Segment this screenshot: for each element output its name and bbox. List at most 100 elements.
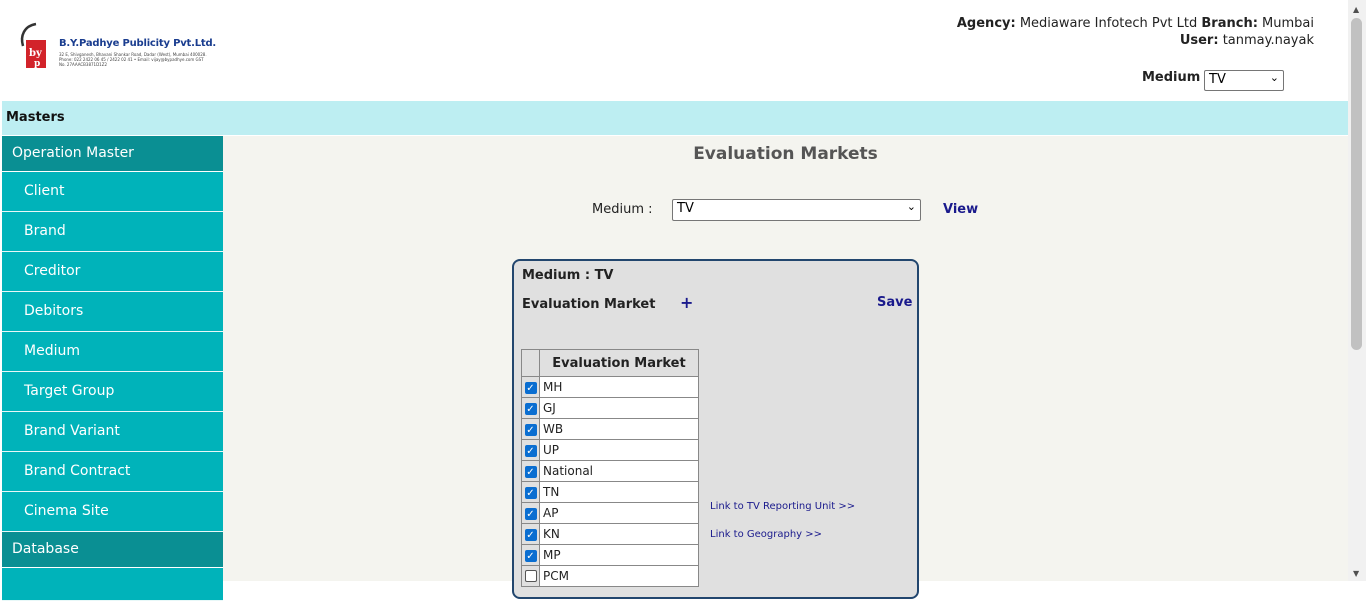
sidebar-item-label: Client [24, 183, 65, 199]
row-market-name: AP [539, 502, 699, 524]
row-checkbox[interactable]: ✓ [524, 466, 537, 478]
row-checkbox-cell: ✓ [521, 481, 540, 503]
row-market-name: PCM [539, 565, 699, 587]
table-header-market: Evaluation Market [539, 349, 699, 377]
masters-label: Masters [6, 110, 65, 125]
save-button[interactable]: Save [877, 295, 912, 310]
table-row: ✓ MP [521, 544, 699, 566]
row-checkbox-cell: ✓ [521, 376, 540, 398]
evaluation-market-table: Evaluation Market ✓ MH ✓ GJ ✓ WB ✓ UP ✓ National ✓… [521, 349, 699, 587]
svg-text:by: by [29, 48, 43, 59]
header-medium-label: Medium [1142, 70, 1201, 85]
page-title: Evaluation Markets [693, 144, 878, 164]
sidebar-item-brand-contract[interactable]: Brand Contract [2, 452, 223, 492]
user-value: tanmay.nayak [1222, 33, 1314, 48]
branch-label: Branch: [1201, 16, 1258, 31]
sidebar-item-debitors[interactable]: Debitors [2, 292, 223, 332]
sidebar-item-brand-variant[interactable]: Brand Variant [2, 412, 223, 452]
main-content: Evaluation Markets Medium : TV ⌄ View Me… [223, 136, 1348, 599]
row-market-name: MH [539, 376, 699, 398]
row-checkbox[interactable] [524, 569, 537, 582]
chevron-down-icon: ⌄ [1269, 71, 1279, 84]
svg-text:p: p [34, 59, 40, 69]
row-checkbox[interactable]: ✓ [524, 487, 537, 499]
add-icon[interactable]: + [680, 293, 693, 312]
sidebar-item-partial[interactable] [2, 568, 223, 601]
row-checkbox-cell: ✓ [521, 502, 540, 524]
sidebar-item-label: Creditor [24, 263, 81, 279]
logo-emblem-icon: by p [20, 22, 46, 69]
sidebar: Operation Master Client Brand Creditor D… [2, 136, 223, 601]
row-market-name: KN [539, 523, 699, 545]
table-row: ✓ GJ [521, 397, 699, 419]
sidebar-section-operation-master[interactable]: Operation Master [2, 136, 223, 172]
chevron-down-icon: ⌄ [906, 200, 916, 213]
agency-value: Mediaware Infotech Pvt Ltd [1019, 16, 1198, 31]
panel-medium-line: Medium : TV [522, 268, 614, 283]
table-row: ✓ WB [521, 418, 699, 440]
medium-select-value: TV [677, 201, 694, 216]
sidebar-section-label: Operation Master [12, 145, 134, 161]
agency-info: Agency: Mediaware Infotech Pvt Ltd Branc… [957, 16, 1314, 31]
table-row: ✓ AP [521, 502, 699, 524]
row-checkbox[interactable]: ✓ [524, 424, 537, 436]
row-checkbox-cell [521, 565, 540, 587]
branch-value: Mumbai [1262, 16, 1314, 31]
user-label: User: [1179, 33, 1219, 48]
link-tv-reporting-unit[interactable]: Link to TV Reporting Unit >> [710, 501, 855, 512]
row-market-name: MP [539, 544, 699, 566]
view-link[interactable]: View [943, 202, 978, 217]
header-medium-select[interactable]: TV ⌄ [1204, 70, 1284, 91]
row-checkbox[interactable]: ✓ [524, 382, 537, 394]
sidebar-item-cinema-site[interactable]: Cinema Site [2, 492, 223, 532]
sidebar-item-creditor[interactable]: Creditor [2, 252, 223, 292]
scrollbar-thumb[interactable] [1351, 18, 1362, 350]
scroll-up-icon[interactable]: ▲ [1353, 5, 1359, 14]
row-checkbox-cell: ✓ [521, 544, 540, 566]
sidebar-item-client[interactable]: Client [2, 172, 223, 212]
row-checkbox[interactable]: ✓ [524, 445, 537, 457]
row-checkbox[interactable]: ✓ [524, 508, 537, 520]
sidebar-item-target-group[interactable]: Target Group [2, 372, 223, 412]
table-row: ✓ UP [521, 439, 699, 461]
sidebar-item-label: Brand Variant [24, 423, 120, 439]
sidebar-section-database[interactable]: Database [2, 532, 223, 568]
row-checkbox[interactable]: ✓ [524, 403, 537, 415]
sidebar-section-label: Database [12, 541, 79, 557]
table-row: ✓ MH [521, 376, 699, 398]
header: by p B.Y.Padhye Publicity Pvt.Ltd. 32 E,… [0, 0, 1348, 101]
table-header-check [521, 349, 540, 377]
row-checkbox-cell: ✓ [521, 460, 540, 482]
sidebar-item-label: Debitors [24, 303, 84, 319]
masters-bar: Masters [2, 101, 1348, 135]
logo-address: 32 E, Shivganesh, Bhavani Shankar Road, … [59, 52, 207, 67]
row-checkbox[interactable]: ✓ [524, 550, 537, 562]
table-row: ✓ KN [521, 523, 699, 545]
row-checkbox[interactable]: ✓ [524, 529, 537, 541]
sidebar-item-label: Brand [24, 223, 66, 239]
medium-select[interactable]: TV ⌄ [672, 199, 921, 221]
row-checkbox-cell: ✓ [521, 523, 540, 545]
link-geography[interactable]: Link to Geography >> [710, 529, 822, 540]
row-market-name: National [539, 460, 699, 482]
agency-label: Agency: [956, 16, 1016, 31]
sidebar-item-brand[interactable]: Brand [2, 212, 223, 252]
sidebar-item-label: Brand Contract [24, 463, 131, 479]
logo-title: B.Y.Padhye Publicity Pvt.Ltd. [59, 38, 217, 49]
row-checkbox-cell: ✓ [521, 439, 540, 461]
user-info: User: tanmay.nayak [1180, 33, 1314, 48]
table-row: PCM [521, 565, 699, 587]
row-market-name: WB [539, 418, 699, 440]
page-scrollbar[interactable]: ▲ ▼ [1348, 0, 1366, 581]
row-market-name: UP [539, 439, 699, 461]
scroll-down-icon[interactable]: ▼ [1353, 569, 1359, 578]
company-logo: by p B.Y.Padhye Publicity Pvt.Ltd. 32 E,… [18, 22, 218, 70]
sidebar-item-medium[interactable]: Medium [2, 332, 223, 372]
sidebar-item-label: Cinema Site [24, 503, 109, 519]
panel-section-label: Evaluation Market [522, 297, 656, 312]
sidebar-item-label: Medium [24, 343, 80, 359]
medium-label: Medium : [592, 202, 653, 217]
row-market-name: TN [539, 481, 699, 503]
row-checkbox-cell: ✓ [521, 397, 540, 419]
table-header-row: Evaluation Market [521, 349, 699, 377]
